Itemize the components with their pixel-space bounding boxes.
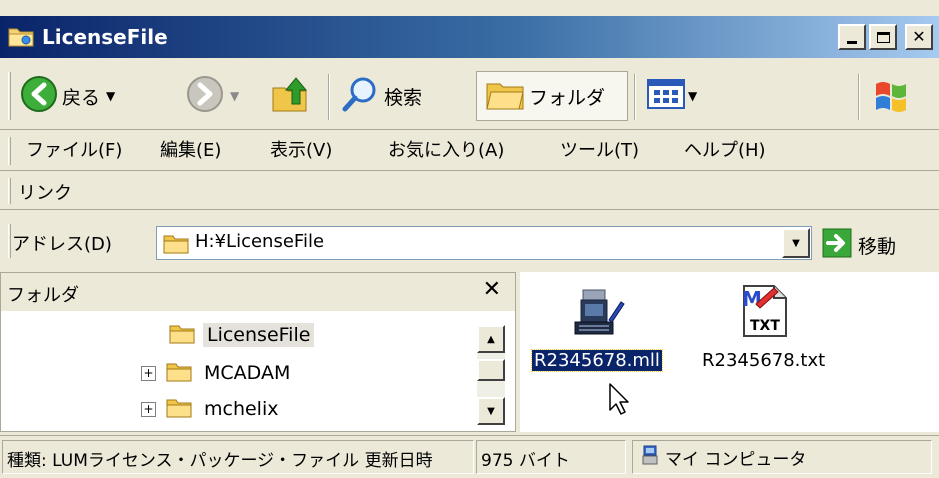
chevron-down-icon[interactable]: ▼ [230, 89, 239, 103]
maximize-icon [876, 31, 890, 43]
status-size-text: 975 バイト [481, 451, 570, 471]
file-list-view: R2345678.mll M TXT R2345678.txt [520, 272, 939, 432]
tree-item-label: LicenseFile [203, 323, 315, 347]
address-grip[interactable] [8, 224, 11, 258]
address-field[interactable]: H:¥LicenseFile ▼ [156, 226, 812, 260]
close-icon[interactable]: ✕ [483, 277, 501, 302]
up-folder-button[interactable] [270, 71, 310, 121]
views-icon [646, 78, 686, 114]
tree-item-label: MCADAM [204, 362, 291, 384]
address-dropdown-button[interactable]: ▼ [782, 228, 810, 258]
folders-label: フォルダ [529, 86, 606, 109]
menu-grip[interactable] [8, 137, 11, 165]
mouse-cursor-icon [608, 382, 630, 420]
folders-icon [485, 76, 525, 116]
scroll-up-button[interactable]: ▲ [477, 325, 505, 353]
status-bar: 種類: LUMライセンス・パッケージ・ファイル 更新日時 975 バイト マイ … [0, 435, 939, 478]
status-location: マイ コンピュータ [632, 440, 932, 474]
forward-arrow-icon [186, 75, 224, 117]
window-title: LicenseFile [42, 25, 168, 49]
links-label[interactable]: リンク [18, 179, 72, 205]
menu-view[interactable]: 表示(V) [270, 139, 332, 163]
chevron-up-icon: ▲ [487, 333, 495, 345]
links-bar: リンク [0, 172, 939, 210]
menu-file[interactable]: ファイル(F) [26, 139, 122, 163]
close-button[interactable]: ✕ [905, 24, 933, 50]
toolbar-separator [634, 74, 636, 120]
menu-help[interactable]: ヘルプ(H) [684, 139, 766, 163]
status-type-text: 種類: LUMライセンス・パッケージ・ファイル 更新日時 [7, 451, 433, 471]
address-label: アドレス(D) [12, 234, 112, 255]
views-button[interactable]: ▼ [646, 71, 697, 121]
menu-favorites[interactable]: お気に入り(A) [388, 139, 504, 163]
computer-icon [569, 286, 625, 344]
scroll-thumb[interactable] [477, 359, 505, 381]
address-bar: アドレス(D) H:¥LicenseFile ▼ 移動 [0, 218, 939, 266]
tree-item-mchelix[interactable]: + mchelix [141, 393, 283, 425]
folder-tree-pane: フォルダ ✕ LicenseFile + MCADAM + mchelix ▲ … [0, 272, 516, 432]
expand-icon[interactable]: + [141, 401, 156, 417]
file-name: R2345678.txt [702, 350, 826, 371]
back-label: 戻る [62, 86, 101, 109]
folder-icon [169, 322, 195, 348]
folder-pane-title: フォルダ [7, 285, 79, 306]
toolbar-separator [858, 74, 860, 120]
folder-icon [166, 360, 192, 386]
windows-logo-icon [872, 76, 912, 120]
chevron-down-icon: ▼ [487, 405, 495, 417]
address-value[interactable]: H:¥LicenseFile [195, 231, 324, 252]
status-type: 種類: LUMライセンス・パッケージ・ファイル 更新日時 [2, 440, 474, 474]
forward-button[interactable]: ▼ [186, 71, 239, 121]
my-computer-icon [641, 444, 659, 471]
file-item[interactable]: M TXT R2345678.txt [700, 282, 827, 371]
folder-pane-header: フォルダ ✕ [1, 273, 515, 311]
folder-icon [166, 396, 192, 422]
back-arrow-icon [20, 75, 58, 117]
minimize-button[interactable] [838, 24, 866, 50]
status-size: 975 バイト [476, 440, 626, 474]
search-button[interactable]: 検索 [340, 71, 422, 121]
go-arrow-icon [822, 228, 852, 262]
chevron-down-icon[interactable]: ▼ [688, 89, 697, 103]
up-folder-icon [270, 74, 310, 118]
maximize-button[interactable] [869, 24, 897, 50]
explorer-window: LicenseFile ✕ 戻る ▼ ▼ 検索 フォルダ ▼ ファイル(F) 編… [0, 0, 939, 478]
folders-button[interactable]: フォルダ [476, 71, 628, 121]
file-name: R2345678.mll [531, 349, 663, 372]
svg-text:TXT: TXT [750, 318, 780, 334]
menu-edit[interactable]: 編集(E) [160, 139, 221, 163]
standard-toolbar: 戻る ▼ ▼ 検索 フォルダ ▼ [0, 62, 939, 130]
close-icon: ✕ [912, 27, 926, 46]
search-label: 検索 [384, 86, 423, 109]
text-file-icon: M TXT [736, 282, 792, 344]
tree-item-label: mchelix [204, 398, 279, 420]
tree-item-licensefile[interactable]: LicenseFile [169, 319, 315, 351]
menu-tools[interactable]: ツール(T) [560, 139, 639, 163]
toolbar-separator [328, 74, 330, 120]
file-item[interactable]: R2345678.mll [531, 286, 663, 372]
status-location-text: マイ コンピュータ [665, 449, 807, 470]
folder-pane-scrollbar[interactable]: ▲ ▼ [477, 325, 505, 425]
folder-icon [8, 24, 34, 48]
go-label: 移動 [858, 235, 897, 258]
menu-bar: ファイル(F) 編集(E) 表示(V) お気に入り(A) ツール(T) ヘルプ(… [0, 131, 939, 171]
title-bar[interactable]: LicenseFile ✕ [0, 16, 939, 58]
go-button[interactable]: 移動 [822, 228, 896, 262]
expand-icon[interactable]: + [141, 365, 156, 381]
tree-item-mcadam[interactable]: + MCADAM [141, 357, 294, 389]
search-icon [340, 74, 380, 118]
toolbar-grip[interactable] [8, 72, 11, 120]
scroll-down-button[interactable]: ▼ [477, 397, 505, 425]
links-grip[interactable] [8, 178, 11, 204]
chevron-down-icon[interactable]: ▼ [106, 89, 115, 103]
folder-icon [163, 232, 189, 258]
back-button[interactable]: 戻る ▼ [20, 71, 115, 121]
minimize-icon [847, 40, 857, 44]
chevron-down-icon: ▼ [792, 237, 800, 249]
